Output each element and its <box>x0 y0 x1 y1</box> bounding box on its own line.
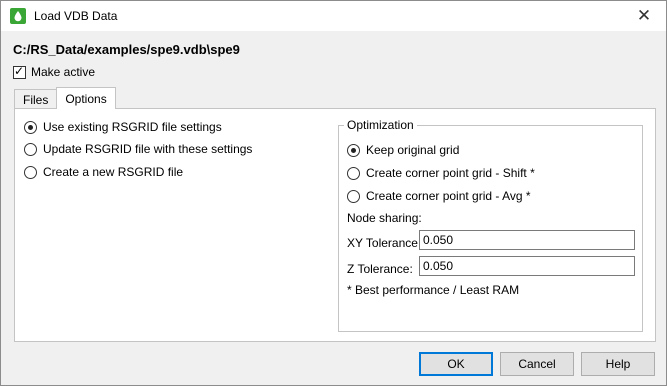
radio-button[interactable] <box>24 142 37 156</box>
tab-options[interactable]: Options <box>56 87 116 109</box>
window-title: Load VDB Data <box>34 9 118 23</box>
close-button[interactable]: ✕ <box>622 1 666 31</box>
make-active-checkbox-row[interactable]: ✓ Make active <box>13 63 96 79</box>
radio-button[interactable] <box>24 165 37 179</box>
xy-tolerance-input[interactable] <box>419 230 635 250</box>
radio-label: Create corner point grid - Avg * <box>366 189 531 203</box>
radio-button[interactable] <box>347 143 360 157</box>
radio-label: Update RSGRID file with these settings <box>43 142 253 156</box>
performance-footnote: * Best performance / Least RAM <box>347 283 520 297</box>
make-active-label: Make active <box>31 65 96 79</box>
radio-button[interactable] <box>24 120 37 134</box>
z-tolerance-label: Z Tolerance: <box>347 262 413 276</box>
node-sharing-label: Node sharing: <box>347 211 422 225</box>
radio-button[interactable] <box>347 189 360 203</box>
make-active-checkbox[interactable]: ✓ <box>13 63 26 79</box>
radio-corner-point-avg[interactable]: Create corner point grid - Avg * <box>347 189 531 203</box>
radio-corner-point-shift[interactable]: Create corner point grid - Shift * <box>347 166 535 180</box>
xy-tolerance-label: XY Tolerance: <box>347 236 422 250</box>
options-panel: Use existing RSGRID file settings Update… <box>14 108 656 342</box>
green-drop-icon <box>10 8 26 24</box>
radio-label: Use existing RSGRID file settings <box>43 120 222 134</box>
vdb-path-header: C:/RS_Data/examples/spe9.vdb\spe9 <box>13 42 240 57</box>
optimization-group-title: Optimization <box>344 118 417 132</box>
radio-label: Create a new RSGRID file <box>43 165 184 179</box>
radio-use-existing-rsgrid[interactable]: Use existing RSGRID file settings <box>24 120 222 134</box>
cancel-button[interactable]: Cancel <box>500 352 574 376</box>
help-button[interactable]: Help <box>581 352 655 376</box>
tab-files[interactable]: Files <box>14 89 58 109</box>
title-bar: Load VDB Data ✕ <box>1 1 666 31</box>
radio-update-rsgrid[interactable]: Update RSGRID file with these settings <box>24 142 252 156</box>
radio-create-new-rsgrid[interactable]: Create a new RSGRID file <box>24 165 183 179</box>
radio-button[interactable] <box>347 166 360 180</box>
checkmark-icon: ✓ <box>14 63 25 78</box>
z-tolerance-input[interactable] <box>419 256 635 276</box>
ok-button[interactable]: OK <box>419 352 493 376</box>
close-icon: ✕ <box>636 6 652 25</box>
radio-keep-original-grid[interactable]: Keep original grid <box>347 143 459 157</box>
radio-label: Create corner point grid - Shift * <box>366 166 535 180</box>
load-vdb-dialog: Load VDB Data ✕ C:/RS_Data/examples/spe9… <box>0 0 667 386</box>
tab-strip: Files Options <box>14 87 116 109</box>
radio-label: Keep original grid <box>366 143 460 157</box>
optimization-group: Optimization Keep original grid Create c… <box>338 118 643 332</box>
